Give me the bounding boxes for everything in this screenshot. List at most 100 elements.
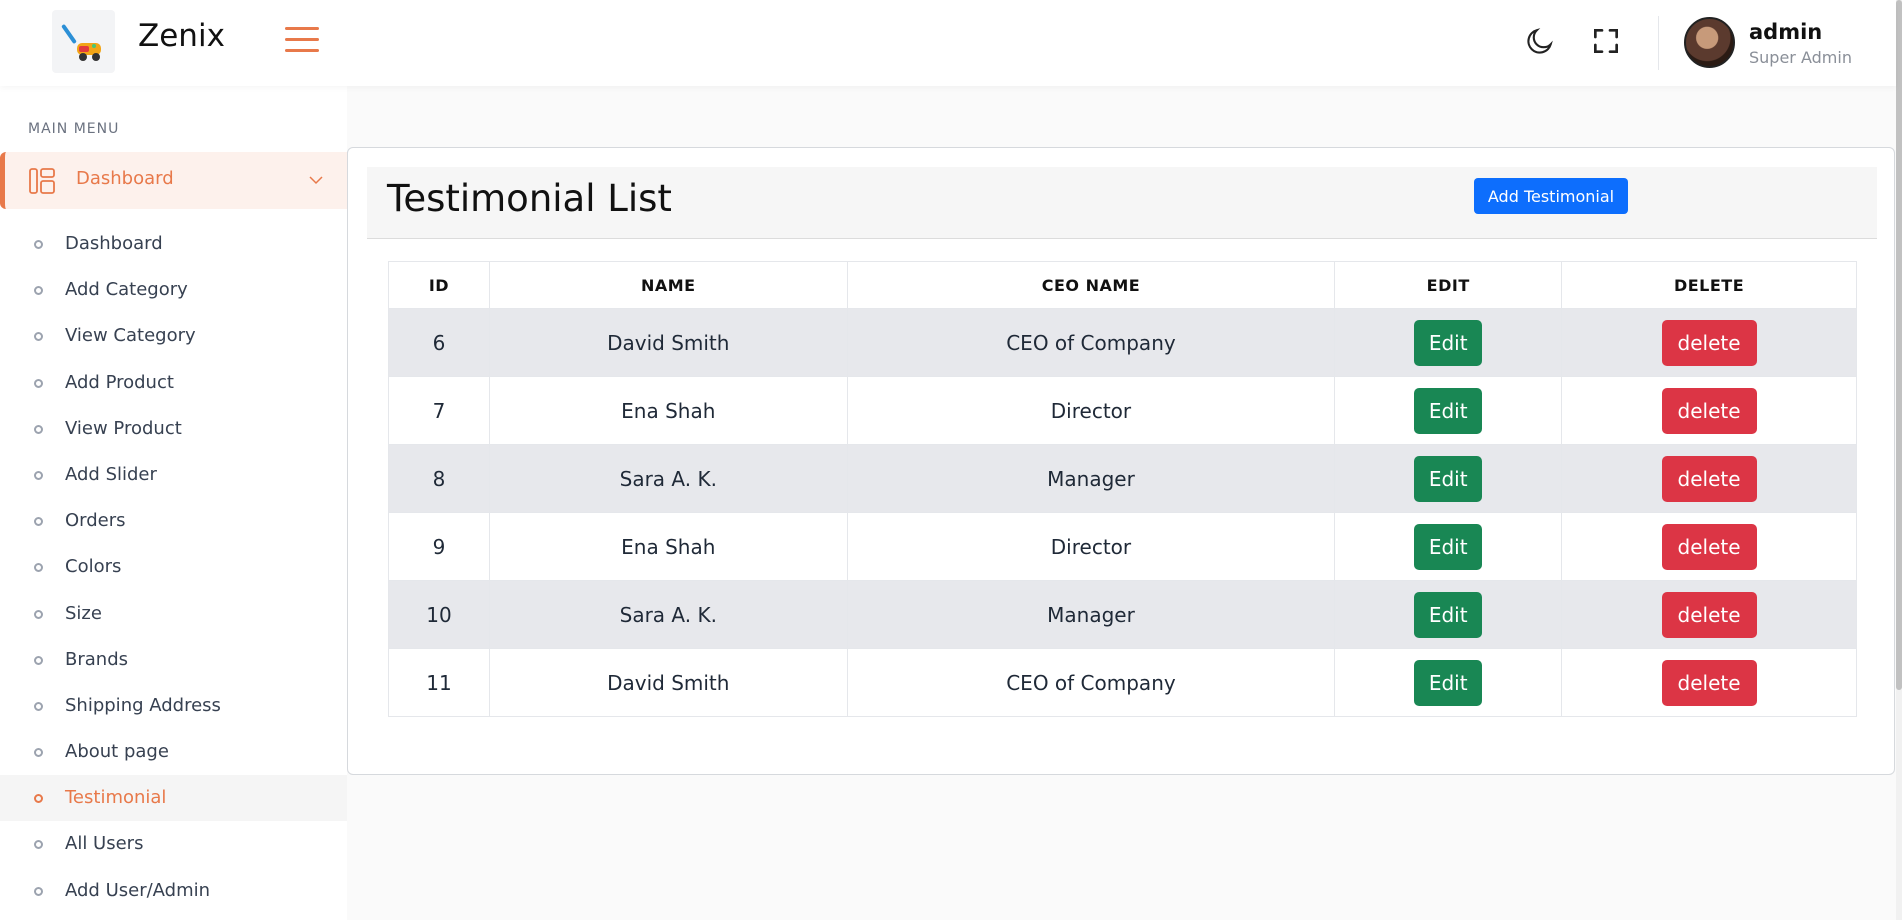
- column-header-name[interactable]: NAME: [488, 261, 848, 309]
- cell-id: 10: [388, 580, 490, 649]
- cell-delete: delete: [1561, 512, 1857, 581]
- cell-delete: delete: [1561, 648, 1857, 717]
- sidebar-item-label: Add Category: [65, 279, 188, 301]
- cell-id: 8: [388, 444, 490, 513]
- add-testimonial-button[interactable]: Add Testimonial: [1474, 178, 1628, 214]
- delete-button[interactable]: delete: [1661, 387, 1757, 434]
- testimonial-table: ID NAME CEO NAME EDIT DELETE 6 David Smi…: [388, 261, 1857, 717]
- sidebar-item-label: Dashboard: [65, 233, 163, 254]
- sidebar-item-dashboard[interactable]: Dashboard: [0, 221, 347, 267]
- cell-ceo-name: Manager: [846, 580, 1336, 649]
- bullet-icon: [34, 886, 43, 896]
- delete-button[interactable]: delete: [1661, 455, 1757, 502]
- sidebar-item-brands[interactable]: Brands: [0, 637, 347, 683]
- cell-name: David Smith: [488, 648, 848, 717]
- user-role: Super Admin: [1749, 48, 1852, 67]
- sidebar-item-about-page[interactable]: About page: [0, 729, 347, 775]
- header-divider: [1658, 16, 1659, 70]
- cell-id: 7: [388, 376, 490, 445]
- cell-id: 9: [388, 512, 490, 581]
- sidebar-item-view-product[interactable]: View Product: [0, 406, 347, 452]
- sidebar-item-shipping-address[interactable]: Shipping Address: [0, 683, 347, 729]
- bullet-icon: [34, 517, 43, 527]
- edit-button[interactable]: Edit: [1414, 659, 1483, 706]
- table-row: 7 Ena Shah Director Edit delete: [388, 376, 1857, 445]
- cell-name: Sara A. K.: [488, 444, 848, 513]
- table-row: 6 David Smith CEO of Company Edit delete: [388, 308, 1857, 377]
- sidebar-item-label: View Category: [65, 325, 196, 347]
- bullet-icon: [34, 701, 43, 711]
- cell-ceo-name: CEO of Company: [846, 648, 1336, 717]
- sidebar-item-label: Colors: [65, 556, 122, 578]
- sidebar-item-add-category[interactable]: Add Category: [0, 267, 347, 313]
- bullet-icon: [34, 424, 43, 434]
- cell-edit: Edit: [1334, 376, 1563, 445]
- column-header-delete: DELETE: [1561, 261, 1857, 309]
- delete-button[interactable]: delete: [1661, 591, 1757, 638]
- menu-toggle-icon[interactable]: [285, 27, 319, 55]
- edit-button[interactable]: Edit: [1414, 591, 1483, 638]
- bullet-icon: [34, 286, 43, 296]
- sidebar-item-size[interactable]: Size: [0, 591, 347, 637]
- sidebar-item-label: Brands: [65, 648, 128, 670]
- cell-edit: Edit: [1334, 580, 1563, 649]
- table-row: 9 Ena Shah Director Edit delete: [388, 512, 1857, 581]
- cell-ceo-name: Director: [846, 512, 1336, 581]
- bullet-icon: [34, 332, 43, 342]
- vacuum-logo-icon: [61, 24, 101, 61]
- dashboard-layout-icon: [29, 168, 55, 194]
- column-header-edit: EDIT: [1334, 261, 1563, 309]
- cell-name: Sara A. K.: [488, 580, 848, 649]
- scrollbar-thumb[interactable]: [1896, 0, 1902, 690]
- card-header: Testimonial List Add Testimonial: [367, 167, 1877, 239]
- user-name[interactable]: admin: [1749, 20, 1822, 44]
- cell-delete: delete: [1561, 444, 1857, 513]
- bullet-icon: [34, 748, 43, 758]
- sidebar-item-dashboard-group[interactable]: Dashboard: [0, 152, 347, 209]
- delete-button[interactable]: delete: [1661, 523, 1757, 570]
- sidebar-item-testimonial[interactable]: Testimonial: [0, 775, 347, 822]
- sidebar-item-label: Add User/Admin: [65, 879, 211, 901]
- sidebar-item-label: View Product: [65, 417, 182, 439]
- column-header-ceo-name[interactable]: CEO NAME: [846, 261, 1336, 309]
- column-header-id[interactable]: ID: [388, 261, 490, 309]
- cell-edit: Edit: [1334, 648, 1563, 717]
- bullet-icon: [34, 840, 43, 850]
- cell-id: 6: [388, 308, 490, 377]
- top-header: Zenix admin Super Admin: [0, 0, 1896, 86]
- sidebar-item-add-slider[interactable]: Add Slider: [0, 452, 347, 498]
- edit-button[interactable]: Edit: [1414, 319, 1483, 366]
- edit-button[interactable]: Edit: [1414, 523, 1483, 570]
- moon-icon[interactable]: [1524, 25, 1556, 57]
- edit-button[interactable]: Edit: [1414, 387, 1483, 434]
- sidebar-item-add-product[interactable]: Add Product: [0, 360, 347, 406]
- page-title: Testimonial List: [387, 177, 672, 220]
- sidebar-item-orders[interactable]: Orders: [0, 498, 347, 544]
- bullet-icon: [34, 563, 43, 573]
- page-scrollbar[interactable]: [1896, 0, 1902, 920]
- avatar[interactable]: [1684, 17, 1735, 68]
- cell-ceo-name: Manager: [846, 444, 1336, 513]
- brand-logo[interactable]: [52, 10, 115, 73]
- sidebar-item-colors[interactable]: Colors: [0, 544, 347, 590]
- sidebar-item-label: Add Product: [65, 371, 174, 393]
- delete-button[interactable]: delete: [1661, 659, 1757, 706]
- cell-id: 11: [388, 648, 490, 717]
- cell-name: Ena Shah: [488, 376, 848, 445]
- sidebar-item-view-category[interactable]: View Category: [0, 313, 347, 359]
- sidebar-item-add-user-admin[interactable]: Add User/Admin: [0, 868, 347, 914]
- menu-title: MAIN MENU: [28, 121, 120, 137]
- table-row: 11 David Smith CEO of Company Edit delet…: [388, 648, 1857, 717]
- testimonial-card: Testimonial List Add Testimonial ID NAME…: [347, 147, 1895, 775]
- cell-delete: delete: [1561, 308, 1857, 377]
- delete-button[interactable]: delete: [1661, 319, 1757, 366]
- table-row: 8 Sara A. K. Manager Edit delete: [388, 444, 1857, 513]
- edit-button[interactable]: Edit: [1414, 455, 1483, 502]
- cell-edit: Edit: [1334, 512, 1563, 581]
- cell-delete: delete: [1561, 376, 1857, 445]
- sidebar-item-label: Orders: [65, 510, 126, 532]
- fullscreen-icon[interactable]: [1590, 25, 1622, 57]
- cell-ceo-name: Director: [846, 376, 1336, 445]
- sidebar-item-label: Testimonial: [65, 787, 167, 809]
- sidebar-item-all-users[interactable]: All Users: [0, 821, 347, 867]
